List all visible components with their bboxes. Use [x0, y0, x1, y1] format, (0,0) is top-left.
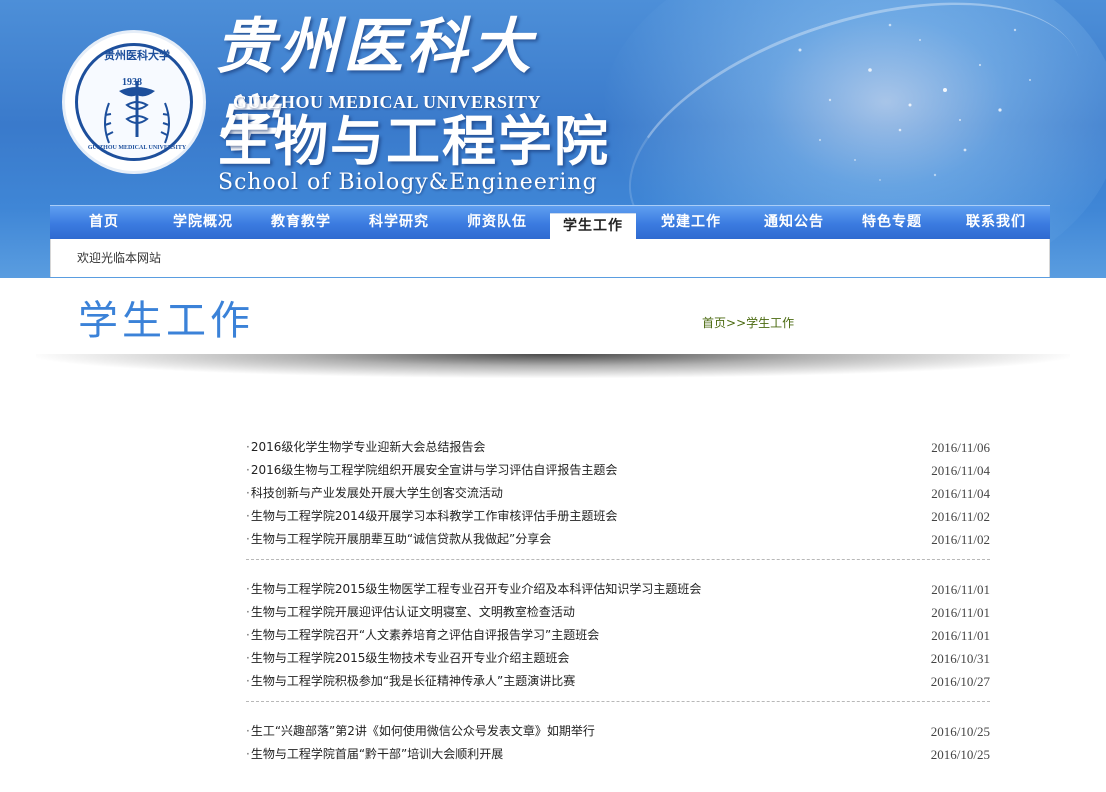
breadcrumb-home-link[interactable]: 首页: [702, 316, 726, 330]
news-date: 2016/11/02: [931, 532, 990, 547]
university-seal: 1938 贵州医科大学 GUIZHOU MEDICAL UNIVERSITY: [62, 30, 206, 174]
breadcrumb-current: 学生工作: [746, 316, 795, 330]
news-title[interactable]: 生物与工程学院积极参加“我是长征精神传承人”主题演讲比赛: [246, 670, 575, 693]
nav-item-contact[interactable]: 联系我们: [942, 206, 1050, 240]
nav-item-features[interactable]: 特色专题: [842, 206, 942, 240]
news-item[interactable]: 生物与工程学院首届“黔干部”培训大会顺利开展 2016/10/25: [246, 743, 990, 766]
news-group: 2016级化学生物学专业迎新大会总结报告会 2016/11/06 2016级生物与…: [246, 436, 990, 560]
news-title[interactable]: 科技创新与产业发展处开展大学生创客交流活动: [246, 482, 503, 505]
news-item[interactable]: 生工“兴趣部落”第2讲《如何使用微信公众号发表文章》如期举行 2016/10/25: [246, 720, 990, 743]
title-shadow-divider: [36, 354, 1070, 378]
news-item[interactable]: 生物与工程学院2015级生物医学工程专业召开专业介绍及本科评估知识学习主题班会 2…: [246, 578, 990, 601]
news-title[interactable]: 生物与工程学院开展迎评估认证文明寝室、文明教室检查活动: [246, 601, 575, 624]
news-item[interactable]: 生物与工程学院2014级开展学习本科教学工作审核评估手册主题班会 2016/11/…: [246, 505, 990, 528]
news-title[interactable]: 2016级生物与工程学院组织开展安全宣讲与学习评估自评报告主题会: [246, 459, 618, 482]
news-title[interactable]: 生物与工程学院召开“人文素养培育之评估自评报告学习”主题班会: [246, 624, 599, 647]
main-nav: 首页 学院概况 教育教学 科学研究 师资队伍 学生工作 党建工作 通知公告 特色…: [50, 205, 1050, 240]
university-name-cn: 贵州医科大学: [215, 12, 535, 160]
news-item[interactable]: 生物与工程学院召开“人文素养培育之评估自评报告学习”主题班会 2016/11/01: [246, 624, 990, 647]
seal-year: 1938: [122, 77, 142, 88]
school-name-en: School of Biology&Engineering: [218, 170, 598, 195]
welcome-bar: 欢迎光临本网站: [50, 239, 1050, 277]
news-item[interactable]: 2016级生物与工程学院组织开展安全宣讲与学习评估自评报告主题会 2016/11/…: [246, 459, 990, 482]
nav-item-home[interactable]: 首页: [50, 206, 158, 240]
seal-text-en: GUIZHOU MEDICAL UNIVERSITY: [87, 145, 187, 151]
nav-item-faculty[interactable]: 师资队伍: [444, 206, 550, 240]
news-title[interactable]: 生物与工程学院2015级生物技术专业召开专业介绍主题班会: [246, 647, 570, 670]
news-date: 2016/11/01: [931, 582, 990, 597]
news-group: 生工“兴趣部落”第2讲《如何使用微信公众号发表文章》如期举行 2016/10/25…: [246, 720, 990, 774]
news-date: 2016/11/01: [931, 605, 990, 620]
news-date: 2016/11/04: [931, 486, 990, 501]
news-title[interactable]: 2016级化学生物学专业迎新大会总结报告会: [246, 436, 486, 459]
news-list: 2016级化学生物学专业迎新大会总结报告会 2016/11/06 2016级生物与…: [246, 436, 990, 792]
news-date: 2016/11/04: [931, 463, 990, 478]
news-title[interactable]: 生物与工程学院2014级开展学习本科教学工作审核评估手册主题班会: [246, 505, 618, 528]
page-title: 学生工作: [78, 298, 254, 344]
nav-item-student-affairs[interactable]: 学生工作: [550, 213, 636, 240]
news-title[interactable]: 生工“兴趣部落”第2讲《如何使用微信公众号发表文章》如期举行: [246, 720, 595, 743]
news-item[interactable]: 生物与工程学院积极参加“我是长征精神传承人”主题演讲比赛 2016/10/27: [246, 670, 990, 693]
nav-item-party[interactable]: 党建工作: [636, 206, 746, 240]
news-item[interactable]: 科技创新与产业发展处开展大学生创客交流活动 2016/11/04: [246, 482, 990, 505]
nav-item-research[interactable]: 科学研究: [354, 206, 444, 240]
news-date: 2016/10/31: [930, 651, 990, 666]
school-name-cn: 生物与工程学院: [218, 110, 610, 173]
news-item[interactable]: 生物与工程学院2015级生物技术专业召开专业介绍主题班会 2016/10/31: [246, 647, 990, 670]
breadcrumb: 首页>>学生工作: [702, 314, 794, 331]
news-title[interactable]: 生物与工程学院2015级生物医学工程专业召开专业介绍及本科评估知识学习主题班会: [246, 578, 702, 601]
welcome-text: 欢迎光临本网站: [77, 251, 162, 265]
news-item[interactable]: 2016级化学生物学专业迎新大会总结报告会 2016/11/06: [246, 436, 990, 459]
nav-item-teaching[interactable]: 教育教学: [248, 206, 354, 240]
nav-item-overview[interactable]: 学院概况: [158, 206, 248, 240]
nav-item-notices[interactable]: 通知公告: [746, 206, 842, 240]
news-date: 2016/10/27: [930, 674, 990, 689]
breadcrumb-separator: >>: [726, 316, 747, 330]
news-title[interactable]: 生物与工程学院开展朋辈互助“诚信贷款从我做起”分享会: [246, 528, 551, 551]
news-date: 2016/10/25: [930, 747, 990, 762]
news-group: 生物与工程学院2015级生物医学工程专业召开专业介绍及本科评估知识学习主题班会 2…: [246, 578, 990, 702]
news-title[interactable]: 生物与工程学院首届“黔干部”培训大会顺利开展: [246, 743, 503, 766]
seal-text-cn: 贵州医科大学: [104, 49, 170, 62]
news-item[interactable]: 生物与工程学院开展迎评估认证文明寝室、文明教室检查活动 2016/11/01: [246, 601, 990, 624]
news-date: 2016/11/01: [931, 628, 990, 643]
news-item[interactable]: 生物与工程学院开展朋辈互助“诚信贷款从我做起”分享会 2016/11/02: [246, 528, 990, 551]
news-date: 2016/11/02: [931, 509, 990, 524]
news-date: 2016/11/06: [931, 440, 990, 455]
news-date: 2016/10/25: [930, 724, 990, 739]
banner-sparkles: [798, 23, 1031, 181]
